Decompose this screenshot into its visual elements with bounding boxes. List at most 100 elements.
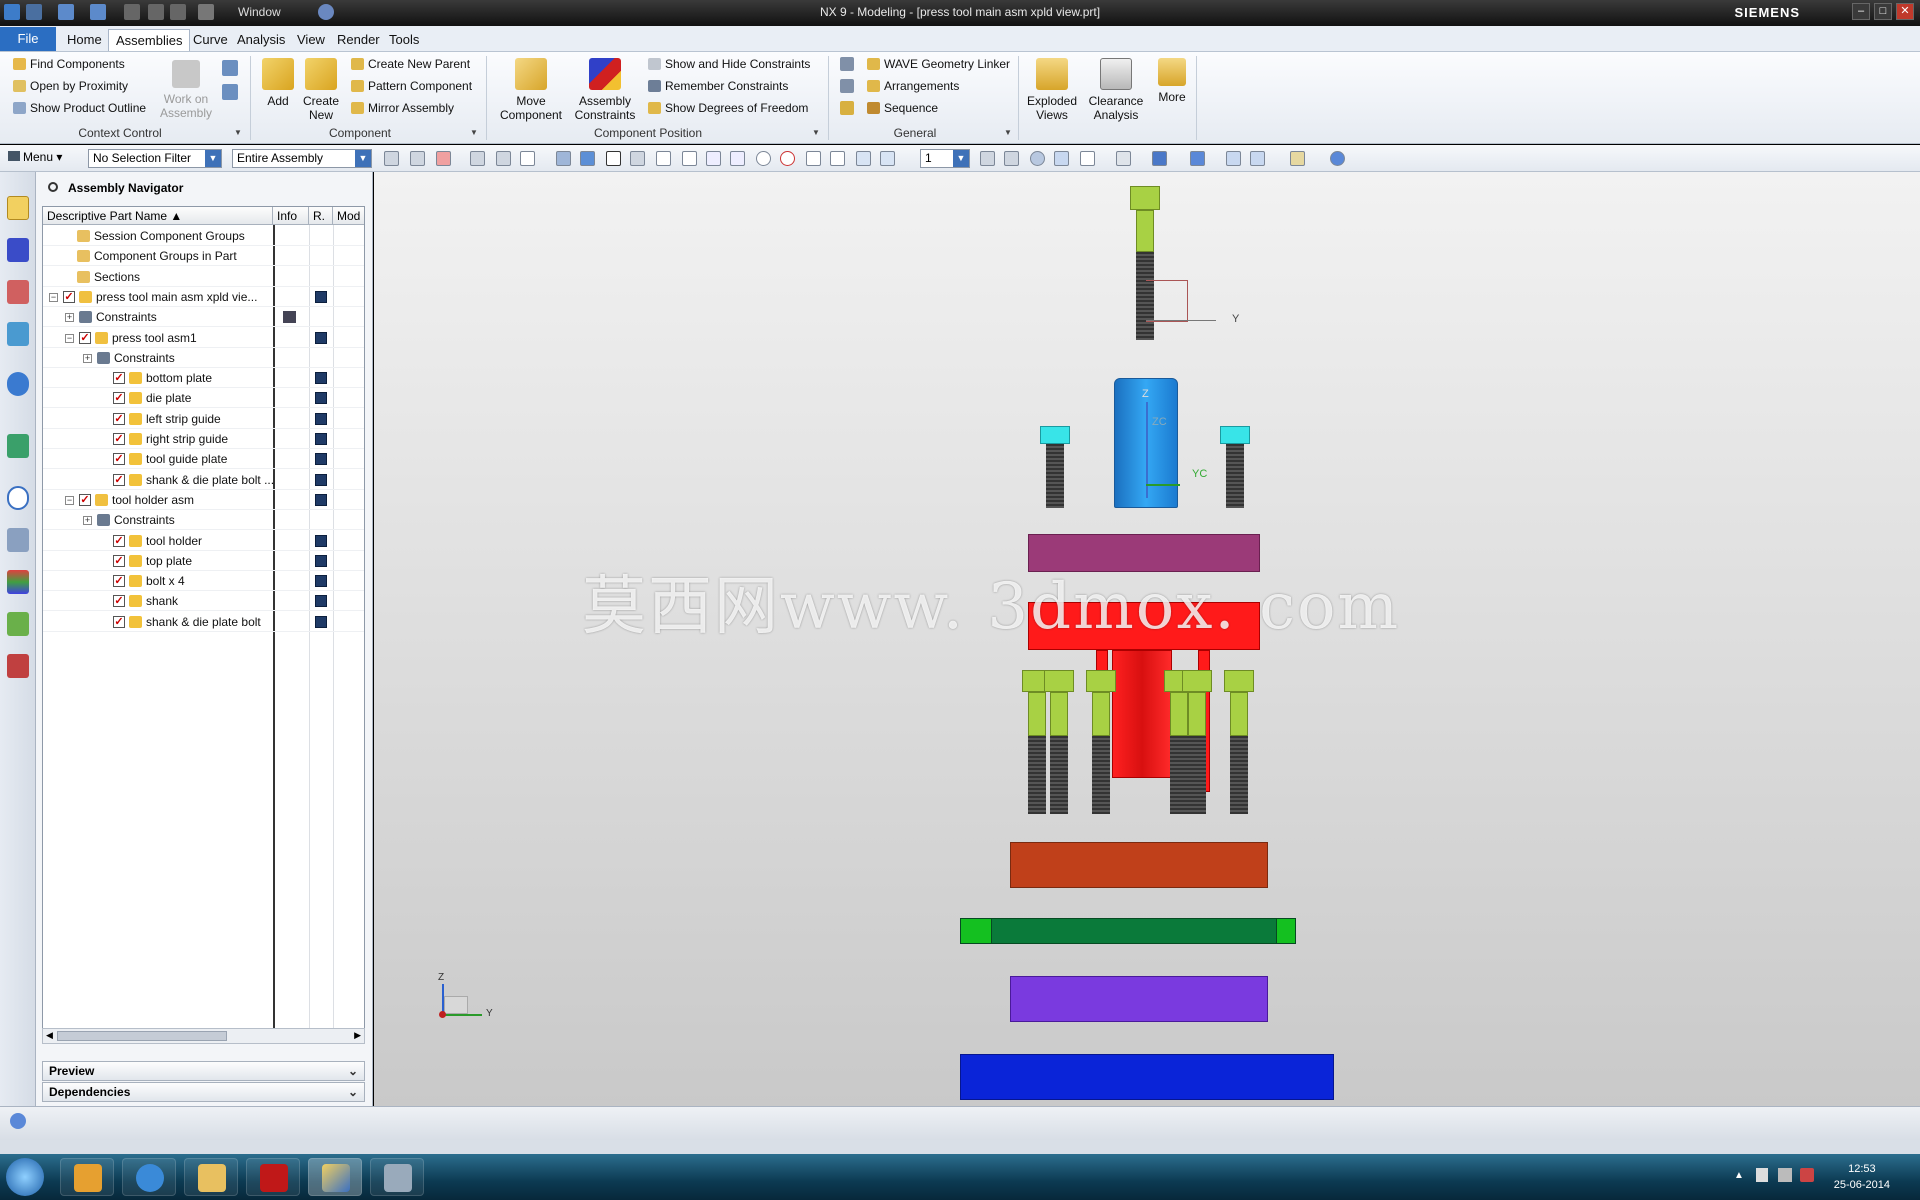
tree-row[interactable]: + Constraints	[43, 348, 364, 368]
tree-row[interactable]: ✓ bottom plate	[43, 368, 364, 389]
pattern-component-button[interactable]: Pattern Component	[349, 77, 472, 95]
bolt-thread-6[interactable]	[1230, 736, 1248, 814]
general-aux-icon-1[interactable]	[840, 57, 854, 71]
right-cyan-bolt-thread[interactable]	[1226, 444, 1244, 508]
tool-holder-stem[interactable]	[1112, 650, 1172, 778]
tab-home[interactable]: Home	[60, 29, 109, 51]
tree-row[interactable]: ✓ top plate	[43, 551, 364, 571]
system-scene-tab-icon[interactable]	[7, 654, 29, 678]
tree-row[interactable]: ✓ die plate	[43, 388, 364, 409]
render-style-icon[interactable]	[1116, 151, 1131, 166]
tree-row[interactable]: ✓ right strip guide	[43, 429, 364, 449]
bolt-thread-3[interactable]	[1092, 736, 1110, 814]
snap-quadrant-icon[interactable]	[780, 151, 795, 166]
column-header-read-only[interactable]: R.	[309, 207, 333, 225]
show-hide-constraints-button[interactable]: Show and Hide Constraints	[646, 55, 810, 73]
constraint-navigator-tab-icon[interactable]	[7, 238, 29, 262]
snap-polar-icon[interactable]	[880, 151, 895, 166]
column-header-part-name[interactable]: Descriptive Part Name ▲	[43, 207, 273, 225]
visibility-checkbox[interactable]: ✓	[113, 412, 125, 425]
visibility-checkbox[interactable]: ✓	[113, 595, 125, 608]
help-tools-icon[interactable]	[1330, 151, 1345, 166]
select-body-icon[interactable]	[556, 151, 571, 166]
visibility-checkbox[interactable]: ✓	[113, 392, 125, 405]
tray-arrow-icon[interactable]: ▲	[1734, 1170, 1744, 1181]
visibility-checkbox[interactable]: ✓	[113, 372, 125, 385]
expand-icon[interactable]: +	[83, 516, 92, 526]
move-component-button[interactable]: Move Component	[496, 58, 566, 122]
snap-existing-icon[interactable]	[856, 151, 871, 166]
layout-icon[interactable]	[1080, 151, 1095, 166]
bottom-plate[interactable]	[960, 1054, 1334, 1100]
edit-section-icon[interactable]	[1190, 151, 1205, 166]
tree-row[interactable]: ✓ tool guide plate	[43, 449, 364, 470]
bolt-thread-4[interactable]	[1170, 736, 1188, 814]
taskbar-explorer[interactable]	[184, 1158, 238, 1196]
mirror-assembly-button[interactable]: Mirror Assembly	[349, 99, 454, 117]
left-cyan-bolt-head[interactable]	[1040, 426, 1070, 444]
arrangements-button[interactable]: Arrangements	[865, 77, 959, 95]
bolt-head-2[interactable]	[1044, 670, 1074, 692]
create-new-parent-button[interactable]: Create New Parent	[349, 55, 470, 73]
snap-intersection-icon[interactable]	[806, 151, 821, 166]
create-new-button[interactable]: Create New	[300, 58, 342, 122]
wave-geometry-linker-button[interactable]: WAVE Geometry Linker	[865, 55, 1010, 73]
visibility-checkbox[interactable]: ✓	[113, 575, 125, 588]
tray-network-icon[interactable]	[1778, 1168, 1792, 1182]
tree-row[interactable]: − ✓ press tool asm1	[43, 328, 364, 348]
tab-curve[interactable]: Curve	[186, 29, 235, 51]
select-rect-icon[interactable]	[520, 151, 535, 166]
right-strip-guide-end[interactable]	[1276, 918, 1296, 944]
assembly-constraints-button[interactable]: Assembly Constraints	[570, 58, 640, 122]
shank-bolt-body[interactable]	[1136, 210, 1154, 252]
snap-curve-icon[interactable]	[706, 151, 721, 166]
tree-row[interactable]: Session Component Groups	[43, 226, 364, 246]
close-button[interactable]: ✕	[1896, 3, 1914, 20]
taskbar-ie[interactable]	[122, 1158, 176, 1196]
bolt-shank-1[interactable]	[1028, 692, 1046, 736]
web-browser-tab-icon[interactable]	[7, 372, 29, 396]
bolt-shank-6[interactable]	[1230, 692, 1248, 736]
tree-row[interactable]: + Constraints	[43, 307, 364, 328]
maximize-button[interactable]: □	[1874, 3, 1892, 20]
general-aux-icon-2[interactable]	[840, 79, 854, 93]
tray-volume-icon[interactable]	[1800, 1168, 1814, 1182]
select-tool-icon-4[interactable]	[470, 151, 485, 166]
tab-file[interactable]: File	[0, 27, 56, 51]
bolt-head-6[interactable]	[1224, 670, 1254, 692]
bolt-shank-5[interactable]	[1188, 692, 1206, 736]
general-aux-icon-3[interactable]	[840, 101, 854, 115]
tool-guide-plate[interactable]	[1010, 842, 1268, 888]
tree-row[interactable]: ✓ bolt x 4	[43, 571, 364, 592]
collapse-icon[interactable]: −	[65, 495, 74, 505]
snap-tangent-icon[interactable]	[830, 151, 845, 166]
general-dropdown-icon[interactable]: ▼	[1004, 128, 1012, 137]
scroll-thumb[interactable]	[57, 1031, 227, 1041]
bolt-shank-3[interactable]	[1092, 692, 1110, 736]
bolt-thread-5[interactable]	[1188, 736, 1206, 814]
select-tool-icon-3[interactable]	[436, 151, 451, 166]
shank-bolt-head[interactable]	[1130, 186, 1160, 210]
tree-row[interactable]: Sections	[43, 267, 364, 287]
select-snap-icon[interactable]	[606, 151, 621, 166]
visibility-checkbox[interactable]: ✓	[113, 534, 125, 547]
tray-flag-icon[interactable]	[1756, 1168, 1768, 1182]
selection-scope-select[interactable]: Entire Assembly ▼	[232, 149, 372, 168]
select-tool-icon-1[interactable]	[384, 151, 399, 166]
right-cyan-bolt-head[interactable]	[1220, 426, 1250, 444]
selection-filter-select[interactable]: No Selection Filter ▼	[88, 149, 222, 168]
tree-row[interactable]: + Constraints	[43, 510, 364, 531]
component-dropdown-icon[interactable]: ▼	[470, 128, 478, 137]
taskbar-app-6[interactable]	[370, 1158, 424, 1196]
select-point-icon[interactable]	[630, 151, 645, 166]
bolt-shank-4[interactable]	[1170, 692, 1188, 736]
visibility-checkbox[interactable]: ✓	[79, 331, 91, 344]
collapse-icon[interactable]: −	[49, 292, 58, 302]
clock-tab-icon[interactable]	[7, 486, 29, 510]
tab-analysis[interactable]: Analysis	[230, 29, 292, 51]
visibility-checkbox[interactable]: ✓	[113, 433, 125, 445]
roles-tab-icon[interactable]	[7, 612, 29, 636]
strip-guides[interactable]	[960, 918, 1296, 944]
visibility-checkbox[interactable]: ✓	[113, 554, 125, 567]
status-icon[interactable]	[10, 1113, 26, 1129]
